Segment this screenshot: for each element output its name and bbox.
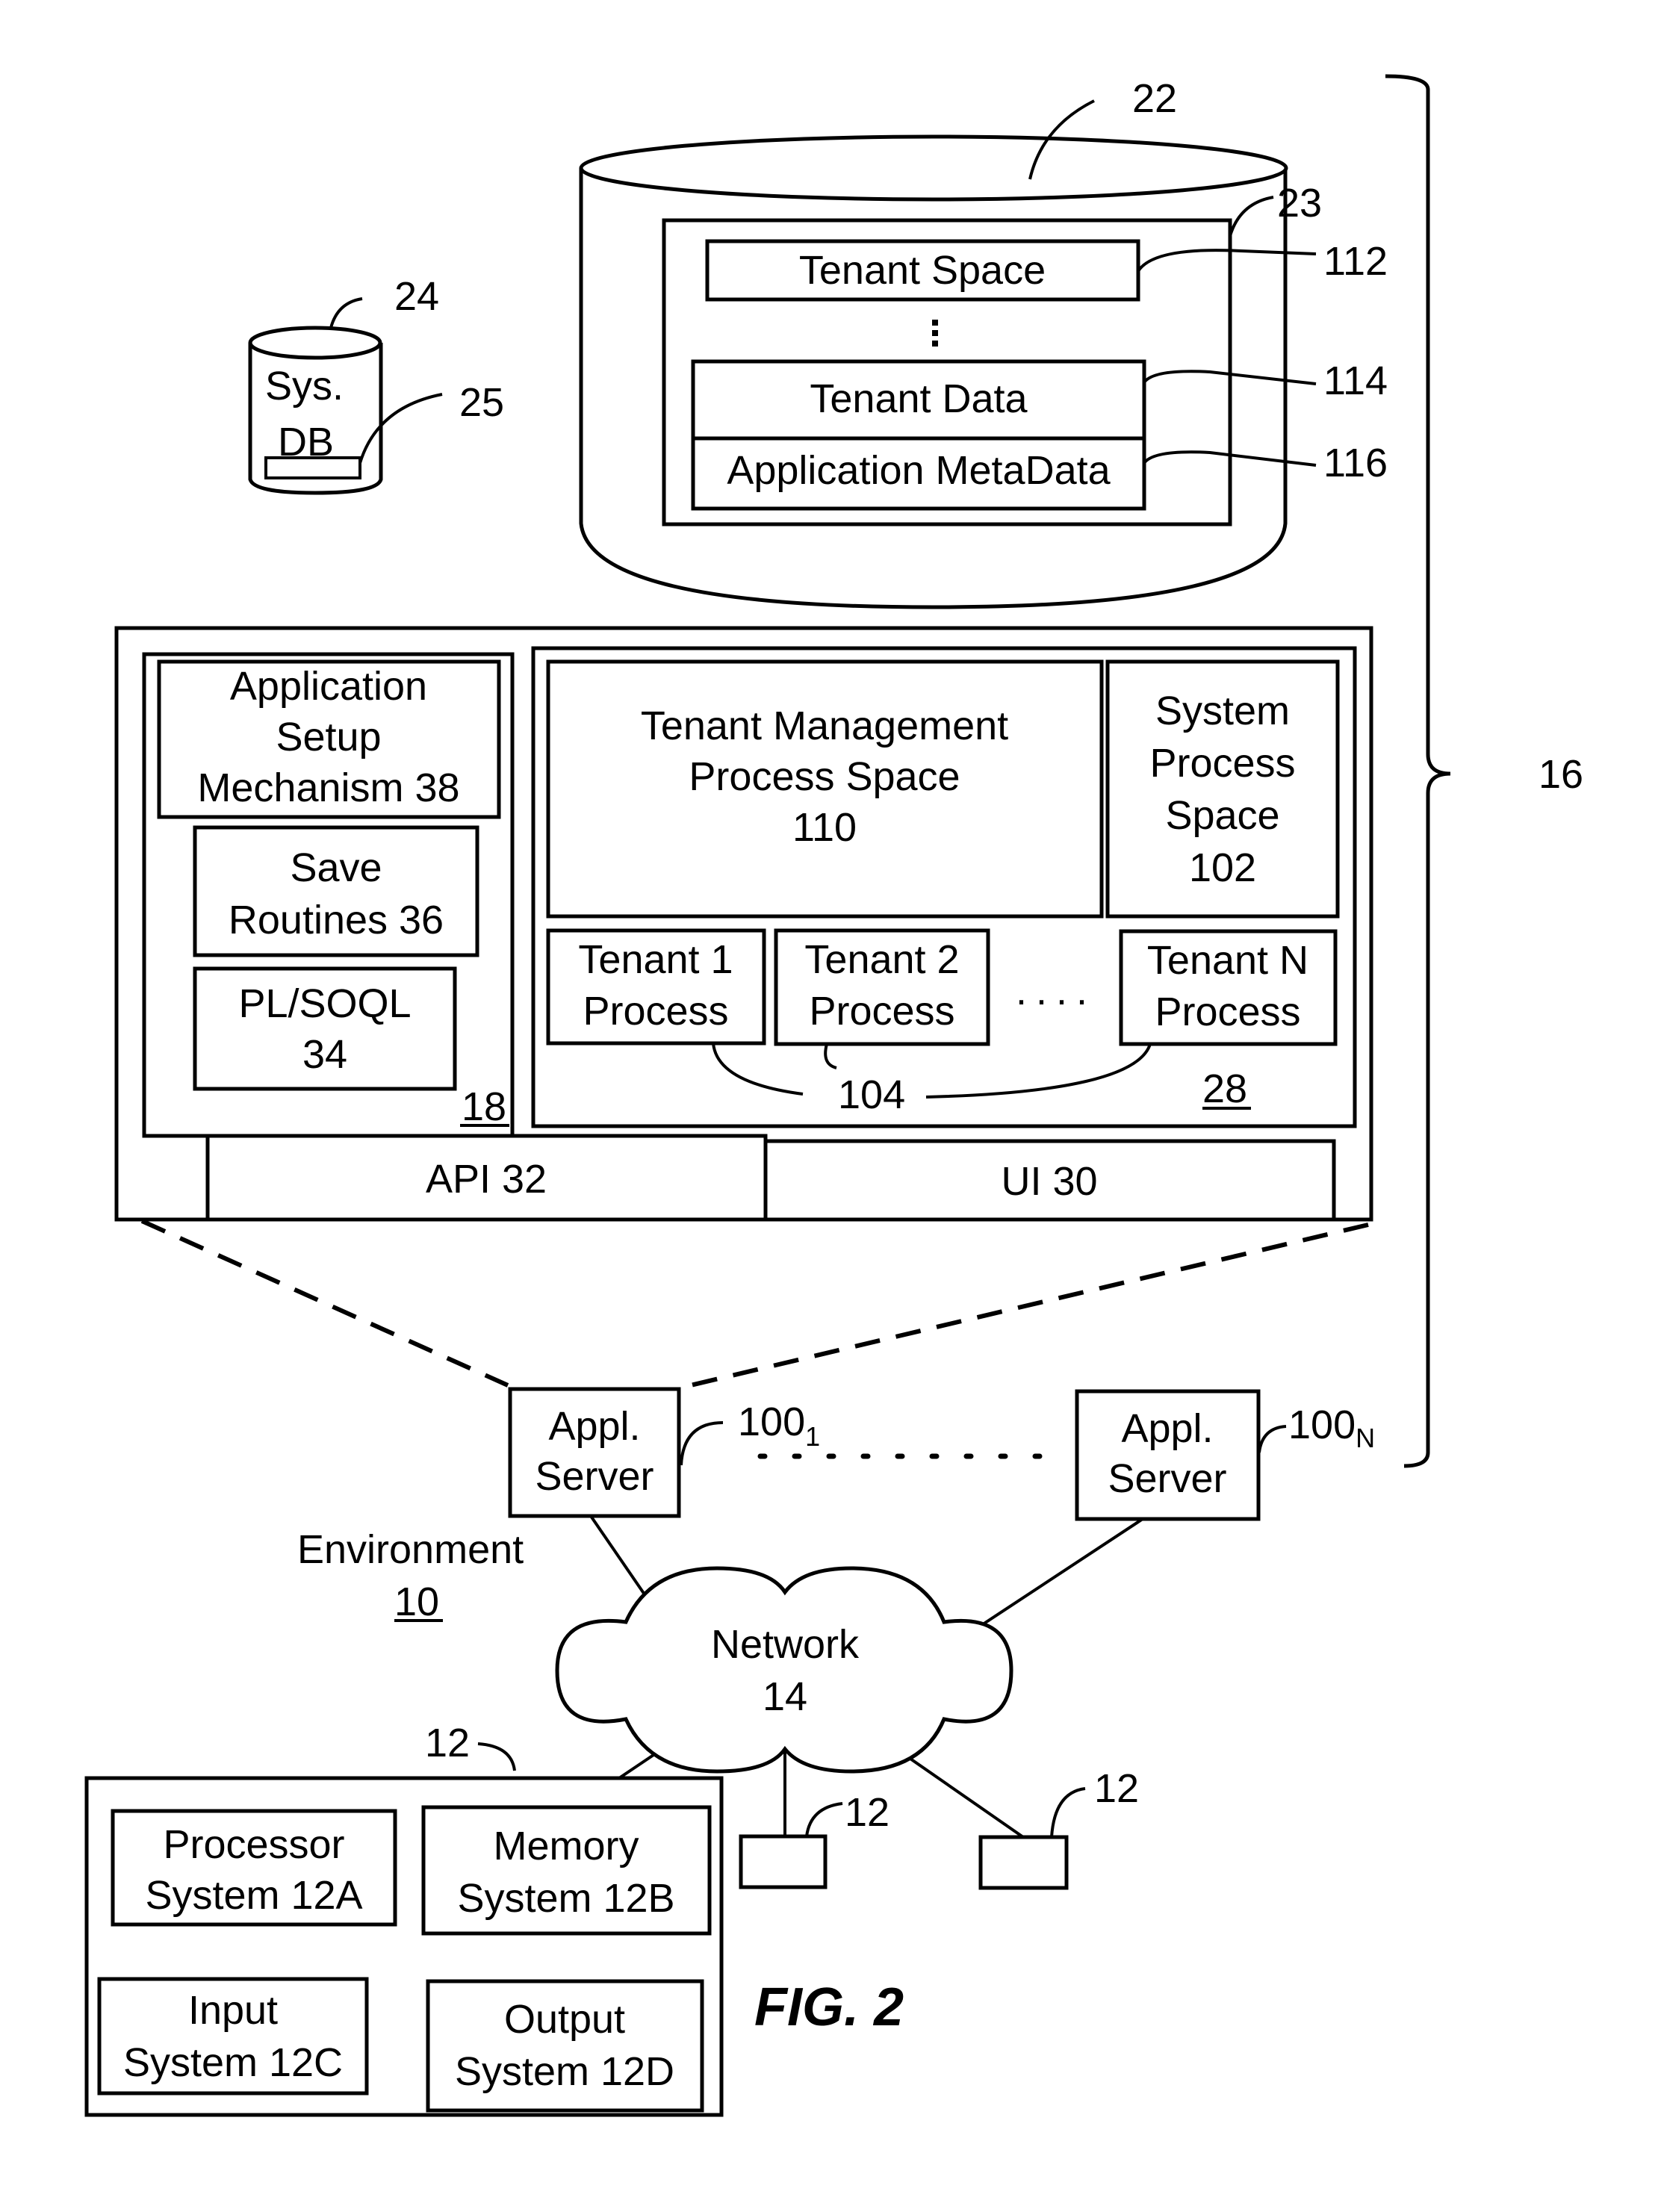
ref-116: 116 bbox=[1323, 441, 1388, 485]
ref-114: 114 bbox=[1323, 358, 1388, 403]
user-system-client-2[interactable]: 12 bbox=[978, 1766, 1139, 1890]
memory-line1: Memory bbox=[493, 1824, 639, 1868]
tenant1-line2: Process bbox=[583, 989, 728, 1034]
sps-line1: System bbox=[1155, 689, 1290, 733]
leader-12-user-system bbox=[477, 1742, 516, 1771]
plsoql-line2: 34 bbox=[302, 1032, 347, 1077]
tenant-space-label: Tenant Space bbox=[799, 248, 1046, 293]
ref-12-client-2: 12 bbox=[1094, 1766, 1139, 1811]
projection-line-right bbox=[680, 1222, 1369, 1390]
link-servern-network bbox=[981, 1517, 1144, 1626]
app-server-1-line2: Server bbox=[535, 1454, 653, 1499]
system-16-bracket: 16 bbox=[1385, 74, 1583, 1468]
ref-23: 23 bbox=[1277, 181, 1322, 226]
memory-line2: System 12B bbox=[457, 1876, 674, 1921]
tenant1-line1: Tenant 1 bbox=[578, 937, 733, 982]
ref-28: 28 bbox=[1202, 1066, 1247, 1111]
leader-100-1 bbox=[680, 1421, 724, 1466]
input-line2: System 12C bbox=[123, 2040, 343, 2085]
save-routines-line1: Save bbox=[290, 845, 382, 890]
link-network-client-2 bbox=[907, 1756, 1025, 1839]
figure-label: FIG. 2 bbox=[754, 1978, 904, 2037]
input-line1: Input bbox=[188, 1988, 278, 2033]
processor-line1: Processor bbox=[163, 1822, 344, 1867]
ref-24: 24 bbox=[394, 274, 439, 319]
ref-16: 16 bbox=[1539, 752, 1583, 797]
app-server-n-line2: Server bbox=[1108, 1456, 1226, 1501]
ref-12-user-system: 12 bbox=[425, 1721, 470, 1765]
leader-12-client-2 bbox=[1050, 1787, 1086, 1838]
application-metadata-label: Application MetaData bbox=[727, 448, 1111, 493]
sps-line2: Process bbox=[1149, 741, 1295, 786]
sps-line4: 102 bbox=[1189, 845, 1256, 890]
save-routines-line2: Routines 36 bbox=[229, 898, 444, 942]
app-server-1[interactable]: Appl. Server 1001 bbox=[508, 1387, 820, 1518]
output-line1: Output bbox=[504, 1997, 625, 2042]
leader-100-n bbox=[1258, 1425, 1287, 1453]
projection-line-left bbox=[140, 1219, 509, 1388]
link-server1-network bbox=[589, 1514, 646, 1596]
tenantN-line1: Tenant N bbox=[1147, 938, 1308, 983]
sps-line3: Space bbox=[1165, 793, 1279, 838]
ref-100-n: 100N bbox=[1288, 1402, 1375, 1453]
tenant-ellipsis: .... bbox=[1016, 969, 1096, 1013]
tenantN-line2: Process bbox=[1155, 990, 1300, 1034]
processor-line2: System 12A bbox=[145, 1873, 362, 1918]
ref-22: 22 bbox=[1132, 76, 1177, 121]
ui-label: UI 30 bbox=[1001, 1159, 1097, 1204]
leader-23 bbox=[1229, 196, 1274, 237]
ref-112: 112 bbox=[1323, 239, 1388, 284]
tenant2-line2: Process bbox=[809, 989, 954, 1034]
sys-label: Sys. bbox=[265, 364, 344, 408]
ref-25: 25 bbox=[459, 380, 504, 425]
tenant-database-22: 22 23 Tenant Space 112 Tenant Data 114 A… bbox=[579, 76, 1388, 609]
link-network-user-system bbox=[615, 1752, 657, 1781]
tmps-line3: 110 bbox=[792, 805, 857, 850]
environment-label: Environment bbox=[297, 1527, 524, 1572]
vertical-ellipsis-icon bbox=[932, 320, 938, 347]
tenant2-line1: Tenant 2 bbox=[804, 937, 959, 982]
application-server-detail: Application Setup Mechanism 38 Save Rout… bbox=[114, 626, 1373, 1222]
ref-100-1: 1001 bbox=[738, 1399, 820, 1452]
tenant-data-label: Tenant Data bbox=[810, 376, 1028, 421]
app-setup-line3: Mechanism 38 bbox=[197, 765, 459, 810]
output-line2: System 12D bbox=[455, 2049, 674, 2094]
app-setup-line1: Application bbox=[230, 664, 427, 709]
tmps-line1: Tenant Management bbox=[641, 703, 1008, 748]
ref-12-client-1: 12 bbox=[845, 1790, 890, 1835]
network-label: Network bbox=[711, 1622, 860, 1667]
ref-18: 18 bbox=[462, 1084, 506, 1129]
ref-104: 104 bbox=[838, 1072, 905, 1117]
tmps-line2: Process Space bbox=[689, 754, 960, 799]
plsoql-line1: PL/SOQL bbox=[238, 981, 411, 1026]
network-ref: 14 bbox=[763, 1674, 807, 1719]
app-server-n[interactable]: Appl. Server 100N bbox=[1075, 1389, 1375, 1521]
api-label: API 32 bbox=[426, 1157, 547, 1202]
app-server-n-line1: Appl. bbox=[1121, 1406, 1213, 1451]
user-system-client-1[interactable]: 12 bbox=[739, 1790, 890, 1889]
diagram-canvas: 22 23 Tenant Space 112 Tenant Data 114 A… bbox=[84, 74, 1583, 2117]
app-setup-line2: Setup bbox=[276, 715, 381, 759]
system-db-item-25 bbox=[264, 456, 361, 479]
system-database-24: Sys. DB 24 25 bbox=[248, 274, 504, 495]
network-14-cloud[interactable]: Network 14 bbox=[555, 1566, 1013, 1774]
leader-12-client-1 bbox=[805, 1802, 843, 1837]
leader-24 bbox=[329, 297, 363, 329]
app-server-1-line1: Appl. bbox=[548, 1404, 640, 1449]
user-system-12: 12 Processor System 12A Memory System 12… bbox=[84, 1721, 724, 2117]
environment-ref: 10 bbox=[394, 1579, 439, 1624]
